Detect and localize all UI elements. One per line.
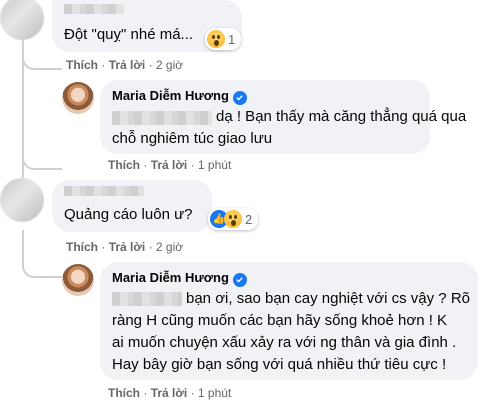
commenter-avatar[interactable] <box>0 178 44 222</box>
verified-badge-icon <box>232 272 247 287</box>
maria-avatar[interactable] <box>62 264 94 296</box>
timestamp[interactable]: 1 phút <box>198 386 231 400</box>
reply-button[interactable]: Trả lời <box>151 158 188 172</box>
maria-avatar[interactable] <box>62 82 94 114</box>
reaction-summary[interactable]: 👍 2 <box>208 208 259 230</box>
reply-text-line: dạ ! Bạn thấy mà căng thẳng quá qua <box>216 108 467 125</box>
comment-actions: Thích · Trả lời · 2 giờ <box>66 58 184 72</box>
reply-text-line: ai muốn chuyện xấu xảy ra với ng thân và… <box>112 334 457 351</box>
commenter-name-redacted <box>64 4 124 14</box>
reaction-count: 1 <box>228 31 236 47</box>
commenter-avatar[interactable] <box>0 0 44 40</box>
mentioned-name-redacted <box>112 292 182 306</box>
reply-text-line: ràng H cũng muốn các bạn hãy sống khoẻ h… <box>112 312 448 329</box>
reply-button[interactable]: Trả lời <box>151 386 188 400</box>
like-button[interactable]: Thích <box>108 158 140 172</box>
reply-button[interactable]: Trả lời <box>109 58 146 72</box>
reply-author-name[interactable]: Maria Diễm Hương <box>112 88 229 103</box>
like-button[interactable]: Thích <box>66 240 98 254</box>
verified-badge-icon <box>232 90 247 105</box>
comment-text: Đột "quỵ" nhé má... <box>64 26 194 43</box>
commenter-name-redacted <box>64 186 144 196</box>
reply-bubble: Maria Diễm Hương bạn ơi, sao bạn cay ngh… <box>100 262 478 380</box>
reply-bubble: Maria Diễm Hương dạ ! Bạn thấy mà căng t… <box>100 80 466 154</box>
mentioned-name-redacted <box>112 111 212 125</box>
comment-actions: Thích · Trả lời · 2 giờ <box>66 240 184 254</box>
comment-bubble: Quảng cáo luôn ư? <box>52 180 212 232</box>
reply-button[interactable]: Trả lời <box>109 240 146 254</box>
reply-author-name[interactable]: Maria Diễm Hương <box>112 270 229 285</box>
like-button[interactable]: Thích <box>66 58 98 72</box>
reply-text-line: bạn ơi, sao bạn cay nghiệt với cs vậy ? … <box>186 290 470 307</box>
timestamp[interactable]: 2 giờ <box>156 58 183 72</box>
thread-connector <box>22 140 62 170</box>
reply-actions: Thích · Trả lời · 1 phút <box>108 158 232 172</box>
wow-reaction-icon <box>207 30 225 48</box>
timestamp[interactable]: 1 phút <box>198 158 231 172</box>
reply-text-line: Hay bây giờ bạn sống với quá nhiều thứ t… <box>112 356 447 373</box>
reply-actions: Thích · Trả lời · 1 phút <box>108 386 232 400</box>
reaction-summary[interactable]: 1 <box>205 28 242 50</box>
wow-reaction-icon <box>224 210 242 228</box>
timestamp[interactable]: 2 giờ <box>156 240 183 254</box>
like-button[interactable]: Thích <box>108 386 140 400</box>
reaction-count: 2 <box>245 211 253 227</box>
thread-connector <box>22 230 62 278</box>
reply-text-line: chỗ nghiêm túc giao lưu <box>112 130 273 147</box>
comment-text: Quảng cáo luôn ư? <box>64 206 193 223</box>
